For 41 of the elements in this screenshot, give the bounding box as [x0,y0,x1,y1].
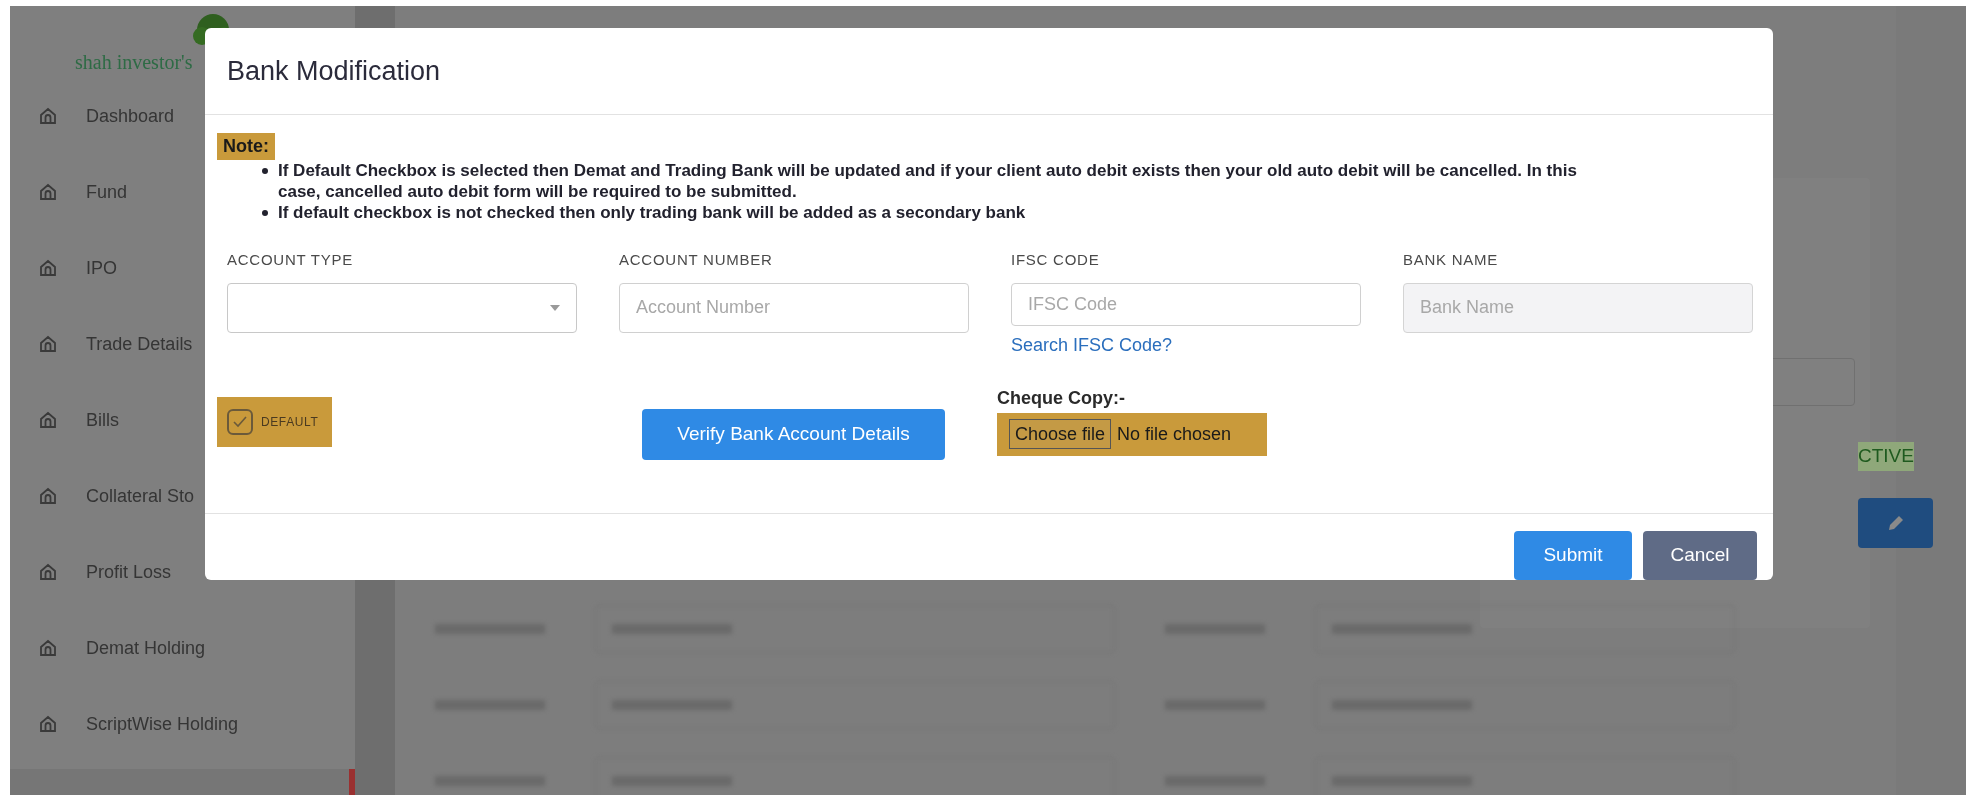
field-label: BANK NAME [1403,249,1500,270]
field-label: ACCOUNT NUMBER [619,249,774,270]
home-icon [38,714,58,734]
cheque-copy-label: Cheque Copy:- [997,386,1126,410]
sidebar-item[interactable]: Profit Loss [10,534,355,610]
sidebar-item[interactable]: Collateral Sto [10,458,355,534]
home-icon [38,562,58,582]
home-icon [38,258,58,278]
sidebar-item[interactable]: Demat Holding [10,610,355,686]
field-label: ACCOUNT TYPE [227,249,354,270]
file-status: No file chosen [1117,422,1232,446]
sidebar-item[interactable]: ScriptWise Holding [10,686,355,762]
cancel-button[interactable]: Cancel [1643,531,1757,580]
dialog-title: Bank Modification [227,54,441,88]
logo-text: shah investor's [75,52,193,72]
default-checkbox[interactable]: DEFAULT [217,396,332,447]
home-icon [38,410,58,430]
caret-icon [550,304,560,311]
home-icon [38,182,58,202]
submit-button[interactable]: Submit [1514,531,1632,580]
search-ifsc-link[interactable]: Search IFSC Code? [1011,331,1361,359]
status-text: CTIVE [1858,442,1914,471]
input-field[interactable]: IFSC Code [1011,282,1361,326]
home-icon [38,638,58,658]
home-icon [38,334,58,354]
check-icon [232,414,248,429]
home-icon [38,106,58,126]
verify-button[interactable]: Verify Bank Account Details [642,408,945,460]
sidebar-active-item[interactable] [10,769,355,795]
home-icon [38,486,58,506]
account-type-select[interactable] [227,282,577,333]
field-label: IFSC CODE [1011,249,1101,270]
sidebar-item[interactable]: Trade Details [10,306,355,382]
note-label: Note: [217,132,275,160]
choose-file-button[interactable]: Choose file [1009,419,1112,450]
note-bullet: If Default Checkbox is selected then Demat and Trading Bank will be updated and if your client auto debit exists then your old auto debit will be cancelled. In this case, cancelled auto debit form will be required to be submitted. [278,159,1578,202]
file-input[interactable]: Choose file No file chosen [997,412,1267,456]
note-bullet: If default checkbox is not checked then only trading bank will be added as a secondary bank [278,201,1026,223]
checkbox-box[interactable] [227,408,253,435]
input-field[interactable]: Account Number [619,282,969,333]
edit-button[interactable] [1858,498,1933,548]
